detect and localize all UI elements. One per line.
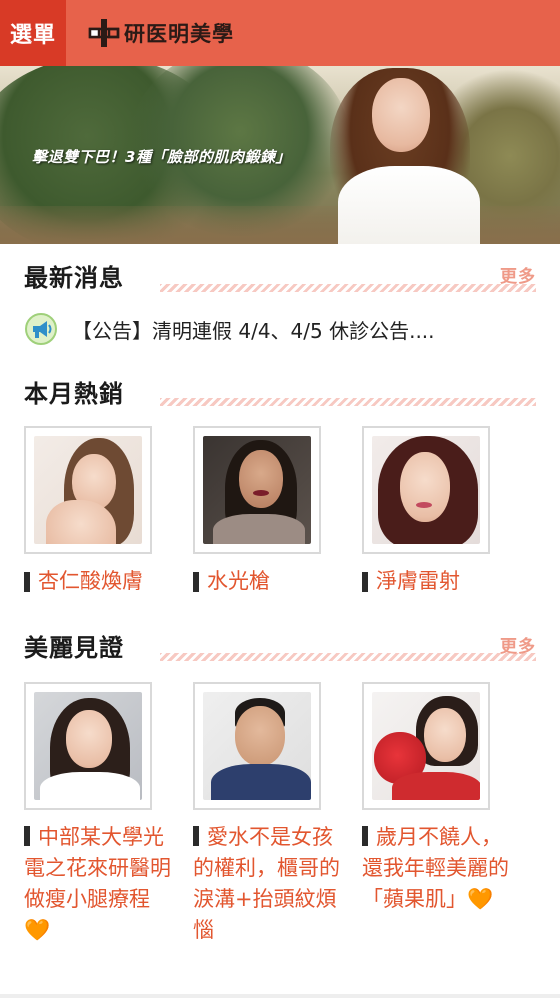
testimonial-divider-stripe xyxy=(160,653,536,661)
news-item[interactable]: 【公告】清明連假 4/4、4/5 休診公告.... xyxy=(24,312,544,346)
testimonial-text: 歲月不饒人，還我年輕美麗的「蘋果肌」🧡 xyxy=(362,825,509,911)
product-label[interactable]: 杏仁酸煥膚 xyxy=(24,566,152,597)
news-section-title: 最新消息 xyxy=(24,264,124,292)
testimonial-card[interactable]: 中部某大學光電之花來研醫明做瘦小腿療程🧡 xyxy=(24,682,184,946)
testimonial-text: 中部某大學光電之花來研醫明做瘦小腿療程🧡 xyxy=(24,825,171,942)
news-divider-stripe xyxy=(160,284,536,292)
product-name: 杏仁酸煥膚 xyxy=(38,569,143,593)
label-marker xyxy=(362,572,368,592)
testimonial-label[interactable]: 中部某大學光電之花來研醫明做瘦小腿療程🧡 xyxy=(24,822,174,946)
label-marker xyxy=(193,572,199,592)
banner-model-body xyxy=(338,166,480,244)
testimonial-label[interactable]: 愛水不是女孩的權利，櫃哥的淚溝+抬頭紋煩惱 xyxy=(193,822,343,946)
product-card[interactable]: 水光槍 xyxy=(193,426,321,597)
logo-cross-icon xyxy=(88,17,120,49)
testimonial-thumbnail[interactable] xyxy=(362,682,490,810)
page-bottom-border xyxy=(0,994,560,998)
label-marker xyxy=(193,826,199,846)
news-more-link[interactable]: 更多 xyxy=(500,262,536,287)
product-thumbnail[interactable] xyxy=(24,426,152,554)
testimonial-label[interactable]: 歲月不饒人，還我年輕美麗的「蘋果肌」🧡 xyxy=(362,822,512,915)
brand-logo[interactable]: 研医明美學 xyxy=(88,17,234,49)
news-item-text: 【公告】清明連假 4/4、4/5 休診公告.... xyxy=(72,318,435,343)
product-thumbnail[interactable] xyxy=(193,426,321,554)
hero-banner[interactable]: 擊退雙下巴！3種「臉部的肌肉鍛鍊」 xyxy=(0,66,560,244)
brand-name: 研医明美學 xyxy=(124,22,234,46)
product-name: 水光槍 xyxy=(207,569,270,593)
banner-model-face xyxy=(372,78,430,152)
testimonial-thumbnail[interactable] xyxy=(24,682,152,810)
label-marker xyxy=(362,826,368,846)
testimonial-thumbnail[interactable] xyxy=(193,682,321,810)
product-thumbnail[interactable] xyxy=(362,426,490,554)
product-label[interactable]: 水光槍 xyxy=(193,566,321,597)
testimonial-card[interactable]: 愛水不是女孩的權利，櫃哥的淚溝+抬頭紋煩惱 xyxy=(193,682,353,946)
megaphone-icon xyxy=(24,312,58,346)
testimonial-text: 愛水不是女孩的權利，櫃哥的淚溝+抬頭紋煩惱 xyxy=(193,825,340,942)
product-card[interactable]: 杏仁酸煥膚 xyxy=(24,426,152,597)
testimonial-section-title: 美麗見證 xyxy=(24,634,124,662)
app-header: 選單 研医明美學 xyxy=(0,0,560,66)
menu-button[interactable]: 選單 xyxy=(0,0,66,66)
product-card[interactable]: 淨膚雷射 xyxy=(362,426,490,597)
label-marker xyxy=(24,572,30,592)
product-label[interactable]: 淨膚雷射 xyxy=(362,566,490,597)
banner-caption: 擊退雙下巴！3種「臉部的肌肉鍛鍊」 xyxy=(32,148,291,166)
testimonial-card[interactable]: 歲月不饒人，還我年輕美麗的「蘋果肌」🧡 xyxy=(362,682,522,915)
product-name: 淨膚雷射 xyxy=(376,569,460,593)
testimonial-more-link[interactable]: 更多 xyxy=(500,632,536,657)
hot-divider-stripe xyxy=(160,398,536,406)
label-marker xyxy=(24,826,30,846)
hot-section-title: 本月熱銷 xyxy=(24,380,124,408)
